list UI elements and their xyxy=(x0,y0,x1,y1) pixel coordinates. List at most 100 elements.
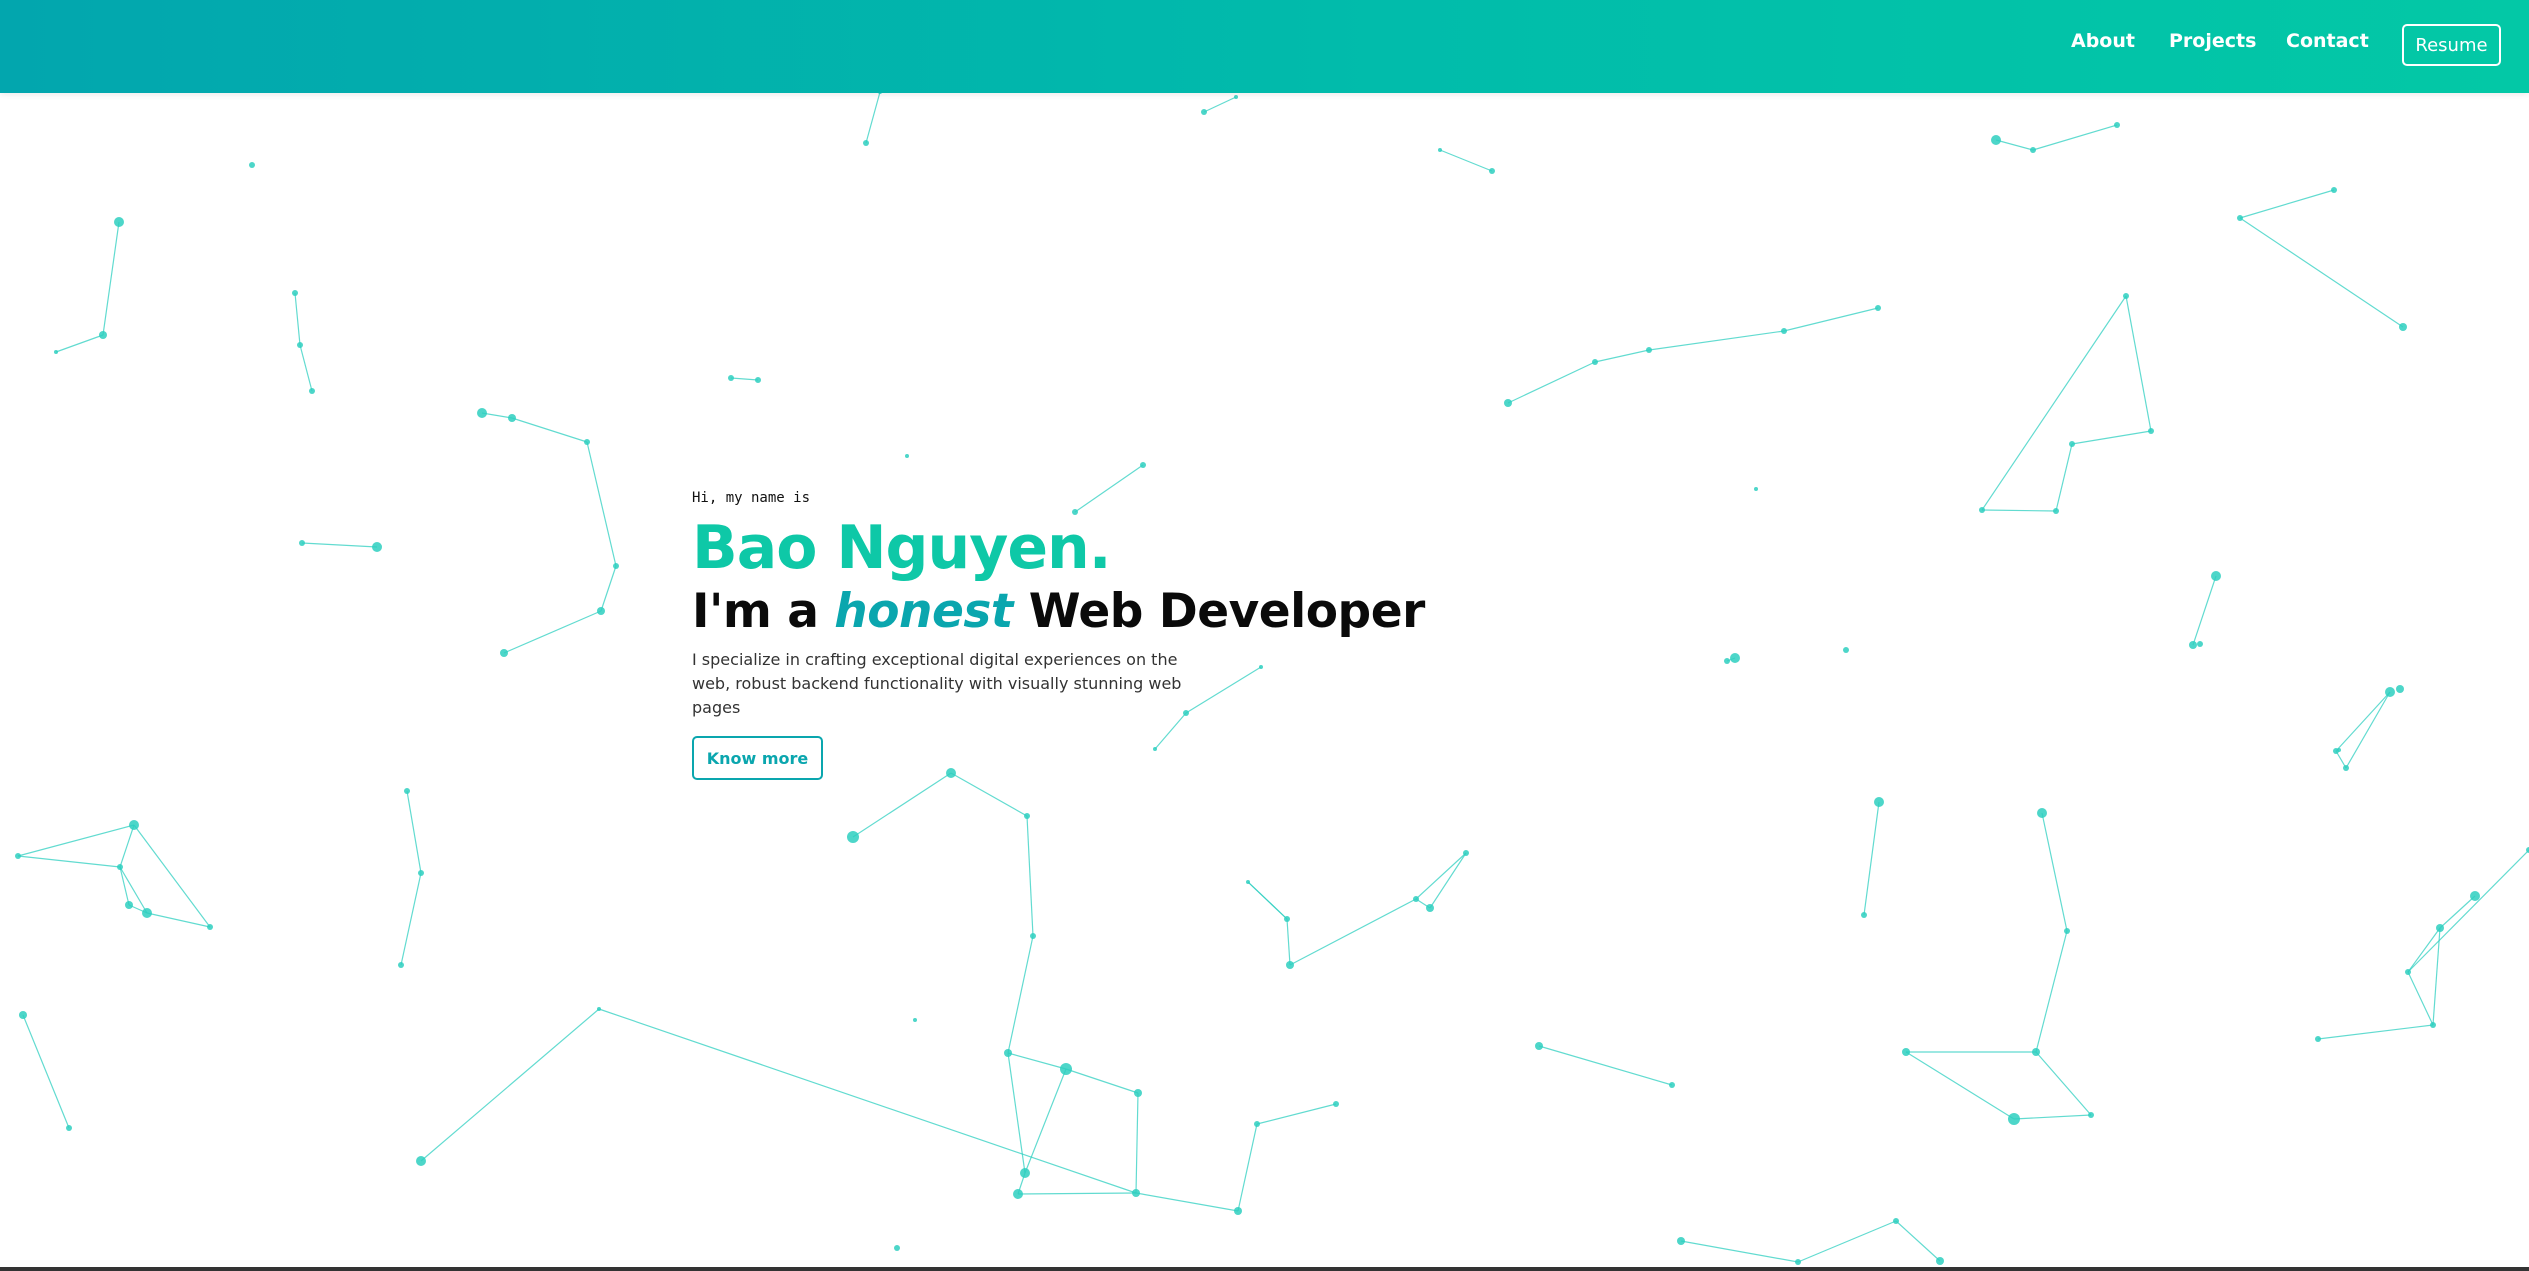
network-particle xyxy=(207,924,213,930)
network-link xyxy=(2239,189,2335,219)
network-particle xyxy=(19,1011,27,1019)
network-particle xyxy=(299,540,305,546)
network-particle xyxy=(1013,1189,1023,1199)
network-particle xyxy=(1060,1063,1072,1075)
network-particle xyxy=(1020,1168,1030,1178)
network-particle xyxy=(2331,187,2337,193)
network-particle xyxy=(15,853,21,859)
network-particle xyxy=(297,342,303,348)
network-particle xyxy=(142,908,152,918)
network-particle xyxy=(863,140,869,146)
network-link xyxy=(1256,1103,1337,1125)
network-particle xyxy=(309,388,315,394)
network-link xyxy=(2317,1024,2434,1040)
network-particle xyxy=(1489,168,1495,174)
network-link xyxy=(2032,124,2118,151)
network-particle xyxy=(2343,765,2349,771)
network-link xyxy=(1289,898,1417,966)
network-link xyxy=(1905,1051,2015,1120)
network-particle xyxy=(755,377,761,383)
nav-link-about[interactable]: About xyxy=(2071,30,2135,52)
network-particle xyxy=(1730,653,1740,663)
know-more-button[interactable]: Know more xyxy=(692,736,823,780)
network-link xyxy=(2345,691,2391,769)
network-particle xyxy=(1246,880,1250,884)
network-particle xyxy=(2197,641,2203,647)
network-link xyxy=(2407,927,2441,973)
network-particle xyxy=(847,831,859,843)
network-particle xyxy=(1875,305,1881,311)
network-link xyxy=(2041,812,2068,932)
network-link xyxy=(1594,349,1650,363)
hero-section: Hi, my name is Bao Nguyen. I'm a honest … xyxy=(692,490,1425,780)
network-particle xyxy=(2385,687,2395,697)
tagline-adjective: honest xyxy=(834,584,1013,639)
network-link xyxy=(1995,139,2034,151)
tagline-suffix: Web Developer xyxy=(1012,584,1426,639)
network-particle xyxy=(508,414,516,422)
network-particle xyxy=(1843,647,1849,653)
network-particle xyxy=(894,1245,900,1251)
network-particle xyxy=(1004,1049,1012,1057)
network-particle xyxy=(2237,215,2243,221)
nav-link-contact[interactable]: Contact xyxy=(2286,30,2369,52)
network-link xyxy=(1135,1092,1139,1194)
network-particle xyxy=(1991,135,2001,145)
network-particle xyxy=(125,901,133,909)
network-particle xyxy=(597,1007,601,1011)
network-link xyxy=(1007,1052,1026,1174)
network-particle xyxy=(1535,1042,1543,1050)
network-particle xyxy=(418,870,424,876)
network-link xyxy=(503,610,602,654)
network-link xyxy=(2071,430,2152,445)
hero-bio: I specialize in crafting exceptional dig… xyxy=(692,650,1182,717)
network-particle xyxy=(1132,1189,1140,1197)
network-link xyxy=(1439,149,1493,172)
network-link xyxy=(1237,1123,1258,1212)
network-particle xyxy=(1140,462,1146,468)
network-link xyxy=(2335,691,2391,752)
network-link xyxy=(2407,849,2529,973)
navbar: About Projects Contact Resume xyxy=(0,0,2529,93)
network-particle xyxy=(2114,122,2120,128)
network-particle xyxy=(114,217,124,227)
network-particle xyxy=(129,820,139,830)
network-particle xyxy=(1874,797,1884,807)
network-particle xyxy=(66,1125,72,1131)
network-link xyxy=(22,1014,70,1129)
network-particle xyxy=(1902,1048,1910,1056)
network-link xyxy=(1065,1068,1139,1094)
network-link xyxy=(1797,1220,1897,1263)
network-link xyxy=(1507,361,1596,404)
network-particle xyxy=(905,454,909,458)
hero-name: Bao Nguyen. xyxy=(692,513,1112,583)
network-link xyxy=(865,91,881,144)
network-particle xyxy=(2337,748,2341,752)
resume-button[interactable]: Resume xyxy=(2402,24,2501,66)
network-link xyxy=(1007,1052,1067,1070)
network-particle xyxy=(1413,896,1419,902)
network-particle xyxy=(1646,347,1652,353)
network-link xyxy=(294,292,301,346)
network-particle xyxy=(1795,1259,1801,1265)
network-particle xyxy=(1254,1121,1260,1127)
network-particle xyxy=(1677,1237,1685,1245)
network-link xyxy=(1007,935,1034,1054)
network-particle xyxy=(1936,1257,1944,1265)
network-particle xyxy=(1861,912,1867,918)
network-link xyxy=(2013,1114,2092,1120)
network-particle xyxy=(613,563,619,569)
network-particle xyxy=(404,788,410,794)
network-link xyxy=(2239,217,2404,328)
network-particle xyxy=(372,542,382,552)
network-link xyxy=(1648,330,1785,351)
nav-link-projects[interactable]: Projects xyxy=(2169,30,2256,52)
network-particle xyxy=(2399,323,2407,331)
network-link xyxy=(420,1008,600,1162)
network-particle xyxy=(1504,399,1512,407)
network-link xyxy=(852,772,952,838)
network-particle xyxy=(1426,904,1434,912)
network-link xyxy=(119,866,148,914)
network-link xyxy=(1135,1192,1239,1212)
network-link xyxy=(119,824,135,868)
